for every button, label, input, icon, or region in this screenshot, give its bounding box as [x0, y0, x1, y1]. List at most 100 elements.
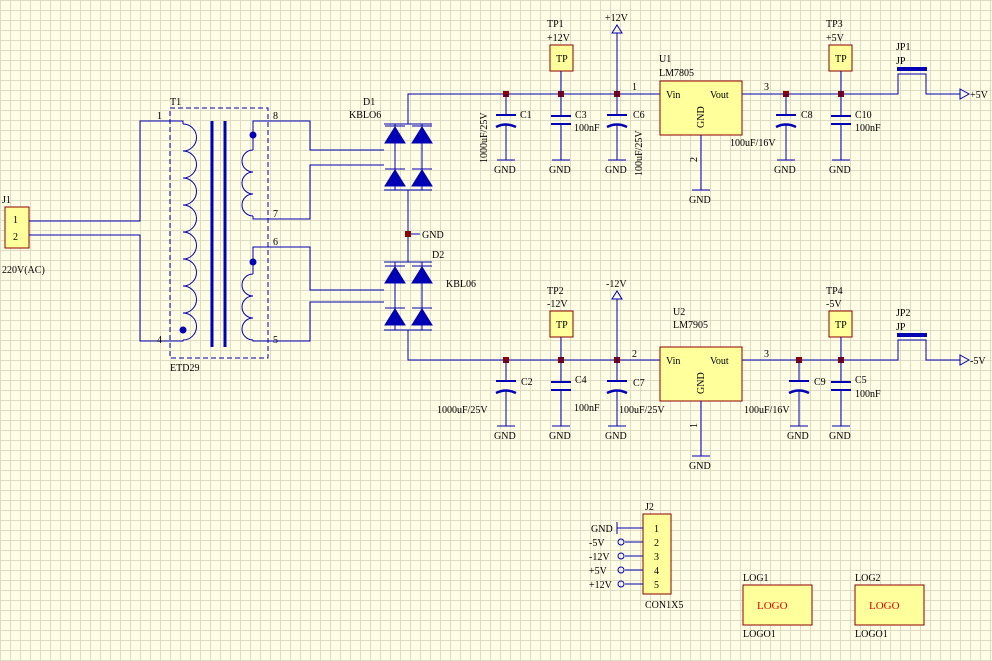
d2-ref: D2	[432, 250, 444, 261]
bridge-d2[interactable]: D2 KBL06	[384, 250, 476, 331]
c10-ref: C10	[855, 110, 872, 121]
capacitor-c1[interactable]: C1 1000uF/25V	[479, 94, 532, 163]
c3-value: 100nF	[574, 123, 600, 134]
log1-text: LOGO	[757, 600, 788, 612]
testpoint-tp2[interactable]: TP2 -12V TP	[547, 286, 574, 360]
regulator-u2[interactable]: U2 LM7905 Vin Vout GND 2 3 1	[632, 307, 769, 456]
logo-log2[interactable]: LOG2 LOGO LOGO1	[854, 573, 925, 640]
c2-value: 1000uF/25V	[437, 405, 488, 416]
ground-symbol: GND	[494, 425, 516, 442]
wire-pos-unreg-rail	[407, 93, 660, 124]
d1-diode-3	[384, 169, 406, 187]
gnd-label: GND	[494, 431, 516, 442]
ground-symbol: GND	[549, 425, 571, 442]
u2-pin2: 2	[632, 349, 637, 360]
jp1-value: JP	[896, 56, 906, 67]
ground-symbol: GND	[787, 425, 809, 442]
logo-log1[interactable]: LOG1 LOGO LOGO1	[742, 573, 813, 640]
capacitor-c5[interactable]: C5 100nF	[831, 360, 881, 426]
d2-diode-2	[411, 266, 433, 284]
c8-ref: C8	[801, 110, 813, 121]
gnd-label: GND	[549, 431, 571, 442]
c5-value: 100nF	[855, 389, 881, 400]
tp1-ref: TP1	[547, 19, 564, 30]
ground-symbol: GND	[774, 159, 796, 176]
c9-value: 100uF/16V	[744, 405, 790, 416]
jp2-ref: JP2	[896, 308, 910, 319]
t1-value: ETD29	[170, 363, 199, 374]
capacitor-c10[interactable]: C10 100nF	[831, 94, 881, 160]
c3-ref: C3	[575, 110, 587, 121]
log1-value: LOGO1	[743, 629, 776, 640]
c8-value: 100uF/16V	[730, 138, 776, 149]
u1-vin: Vin	[666, 90, 680, 101]
c7-ref: C7	[633, 378, 645, 389]
t1-sec2-dot	[249, 258, 257, 266]
u2-vout: Vout	[710, 356, 729, 367]
u2-pin3: 3	[764, 349, 769, 360]
jp1-ref: JP1	[896, 42, 910, 53]
u1-pin1: 1	[632, 82, 637, 93]
j2-pin-number: 4	[654, 566, 659, 577]
jumper-jp2[interactable]: JP2 JP	[896, 308, 927, 337]
d1-value: KBLO6	[349, 110, 381, 121]
ground-symbol: GND	[689, 455, 711, 472]
t1-pin8: 8	[273, 111, 278, 122]
c2-ref: C2	[521, 377, 533, 388]
capacitor-c7[interactable]: C7 100uF/25V	[606, 360, 665, 426]
gnd-label: GND	[787, 431, 809, 442]
ground-symbol: GND	[689, 189, 711, 206]
testpoint-tp1[interactable]: TP1 +12V TP	[547, 19, 574, 94]
gnd-label: GND	[689, 461, 711, 472]
tp4-net: -5V	[826, 299, 842, 310]
wire-ac-line-1	[29, 120, 170, 222]
t1-pin7: 7	[273, 209, 278, 220]
jp2-value: JP	[896, 322, 906, 333]
tp2-body-label: TP	[556, 320, 568, 331]
j1-voltage-label: 220V(AC)	[2, 265, 45, 276]
c5-ref: C5	[855, 375, 867, 386]
t1-pin4: 4	[157, 335, 162, 346]
gnd-label: GND	[829, 431, 851, 442]
center-gnd-label: GND	[422, 230, 444, 241]
u2-vin: Vin	[666, 356, 680, 367]
capacitor-c6[interactable]: C6 100uF/25V	[606, 94, 645, 176]
jumper-jp1[interactable]: JP1 JP	[896, 42, 927, 71]
out-minus5v-label: -5V	[970, 356, 986, 367]
tp1-net: +12V	[547, 33, 571, 44]
t1-pin6: 6	[273, 237, 278, 248]
capacitor-c4[interactable]: C4 100nF	[551, 360, 600, 426]
connector-j2[interactable]: J2 1 GND 2 -5V 3 -12V 4 +5V 5 +12V CON1X5	[589, 502, 683, 611]
regulator-u1[interactable]: U1 LM7805 Vin Vout GND 1 3 2	[632, 54, 769, 190]
capacitor-c9[interactable]: C9 100uF/16V	[744, 360, 826, 426]
bridge-d1[interactable]: D1 KBLO6	[349, 97, 433, 191]
u1-pin3: 3	[764, 82, 769, 93]
c4-value: 100nF	[574, 403, 600, 414]
j2-pin-number: 5	[654, 580, 659, 591]
gnd-label: GND	[689, 195, 711, 206]
u2-value: LM7905	[673, 320, 708, 331]
gnd-label: GND	[605, 165, 627, 176]
tp1-body-label: TP	[556, 54, 568, 65]
j2-net-label: +5V	[589, 566, 608, 577]
tp2-net: -12V	[547, 299, 568, 310]
c6-ref: C6	[633, 110, 645, 121]
u1-ref: U1	[659, 54, 671, 65]
power-port-plus12v: +12V	[605, 13, 629, 24]
tp3-body-label: TP	[835, 54, 847, 65]
tp3-net: +5V	[826, 33, 845, 44]
c4-ref: C4	[575, 375, 587, 386]
wire-sec1-a	[268, 120, 384, 151]
testpoint-tp3[interactable]: TP3 +5V TP	[826, 19, 853, 94]
transformer-t1[interactable]: T1 1 4 8 7 6 5 ETD29	[157, 97, 278, 374]
tp4-body-label: TP	[835, 320, 847, 331]
d1-diode-4	[411, 169, 433, 187]
u2-ref: U2	[673, 307, 685, 318]
wire-ac-line-2	[29, 234, 170, 342]
capacitor-c3[interactable]: C3 100nF	[551, 94, 600, 160]
capacitor-c2[interactable]: C2 1000uF/25V	[437, 360, 533, 426]
testpoint-tp4[interactable]: TP4 -5V TP	[826, 286, 853, 360]
wire-pos-5v-rail	[742, 73, 960, 95]
j1-pin1: 1	[13, 215, 18, 226]
log2-value: LOGO1	[855, 629, 888, 640]
